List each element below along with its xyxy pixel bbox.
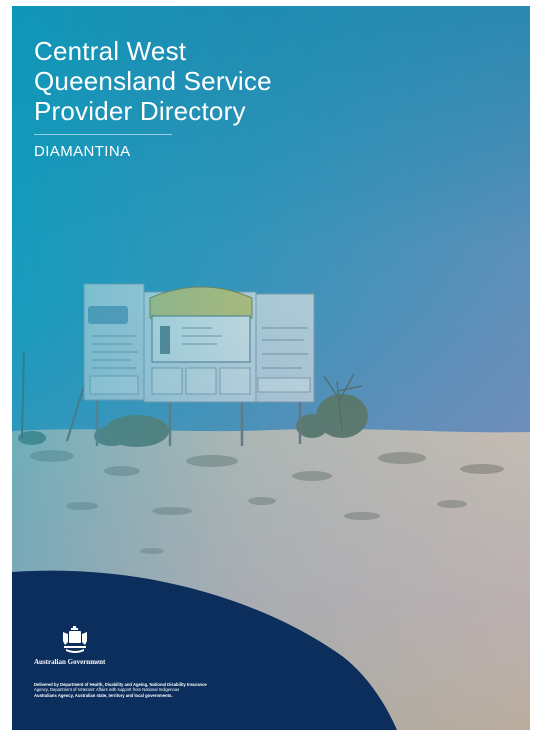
title-line-1: Central West xyxy=(34,36,187,66)
australian-government-wordmark: Australian Government xyxy=(34,658,106,666)
directory-cover-page: Central West Queensland Service Provider… xyxy=(12,6,530,730)
credit-line-3: Australians Agency, Australian state, te… xyxy=(34,692,173,698)
region-subtitle: DIAMANTINA xyxy=(34,143,131,160)
cover-title-block: Central West Queensland Service Provider… xyxy=(34,36,354,161)
title-divider xyxy=(34,134,172,135)
credits-text: Delivered by Department of Health, Disab… xyxy=(34,682,304,698)
title-line-3: Provider Directory xyxy=(34,96,246,126)
title-line-2: Queensland Service xyxy=(34,66,272,96)
